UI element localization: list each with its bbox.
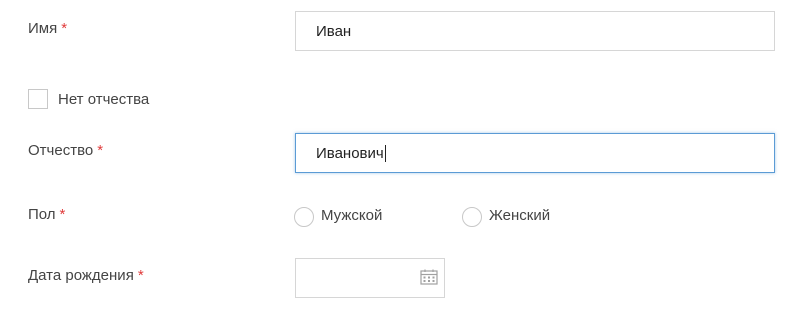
required-asterisk: *: [61, 20, 68, 37]
patronymic-label: Отчество *: [28, 142, 103, 160]
birth-date-label-text: Дата рождения: [28, 267, 134, 284]
patronymic-value: Иванович: [316, 144, 384, 162]
gender-male-radio[interactable]: [294, 207, 314, 227]
required-asterisk: *: [59, 206, 66, 223]
gender-female-label[interactable]: Женский: [489, 207, 550, 225]
gender-female-radio[interactable]: [462, 207, 482, 227]
first-name-value: Иван: [316, 22, 352, 40]
calendar-icon[interactable]: [420, 269, 438, 285]
gender-label: Пол *: [28, 206, 65, 224]
no-patronymic-checkbox[interactable]: [28, 89, 48, 109]
required-asterisk: *: [137, 267, 144, 284]
first-name-label: Имя *: [28, 20, 67, 38]
patronymic-input[interactable]: Иванович: [295, 133, 775, 173]
birth-date-label: Дата рождения *: [28, 267, 144, 285]
text-caret: [384, 144, 386, 162]
gender-label-text: Пол: [28, 206, 56, 223]
first-name-label-text: Имя: [28, 20, 58, 37]
required-asterisk: *: [97, 142, 104, 159]
gender-male-label[interactable]: Мужской: [321, 207, 382, 225]
first-name-input[interactable]: Иван: [295, 11, 775, 51]
patronymic-label-text: Отчество: [28, 142, 94, 159]
no-patronymic-label[interactable]: Нет отчества: [58, 91, 149, 109]
